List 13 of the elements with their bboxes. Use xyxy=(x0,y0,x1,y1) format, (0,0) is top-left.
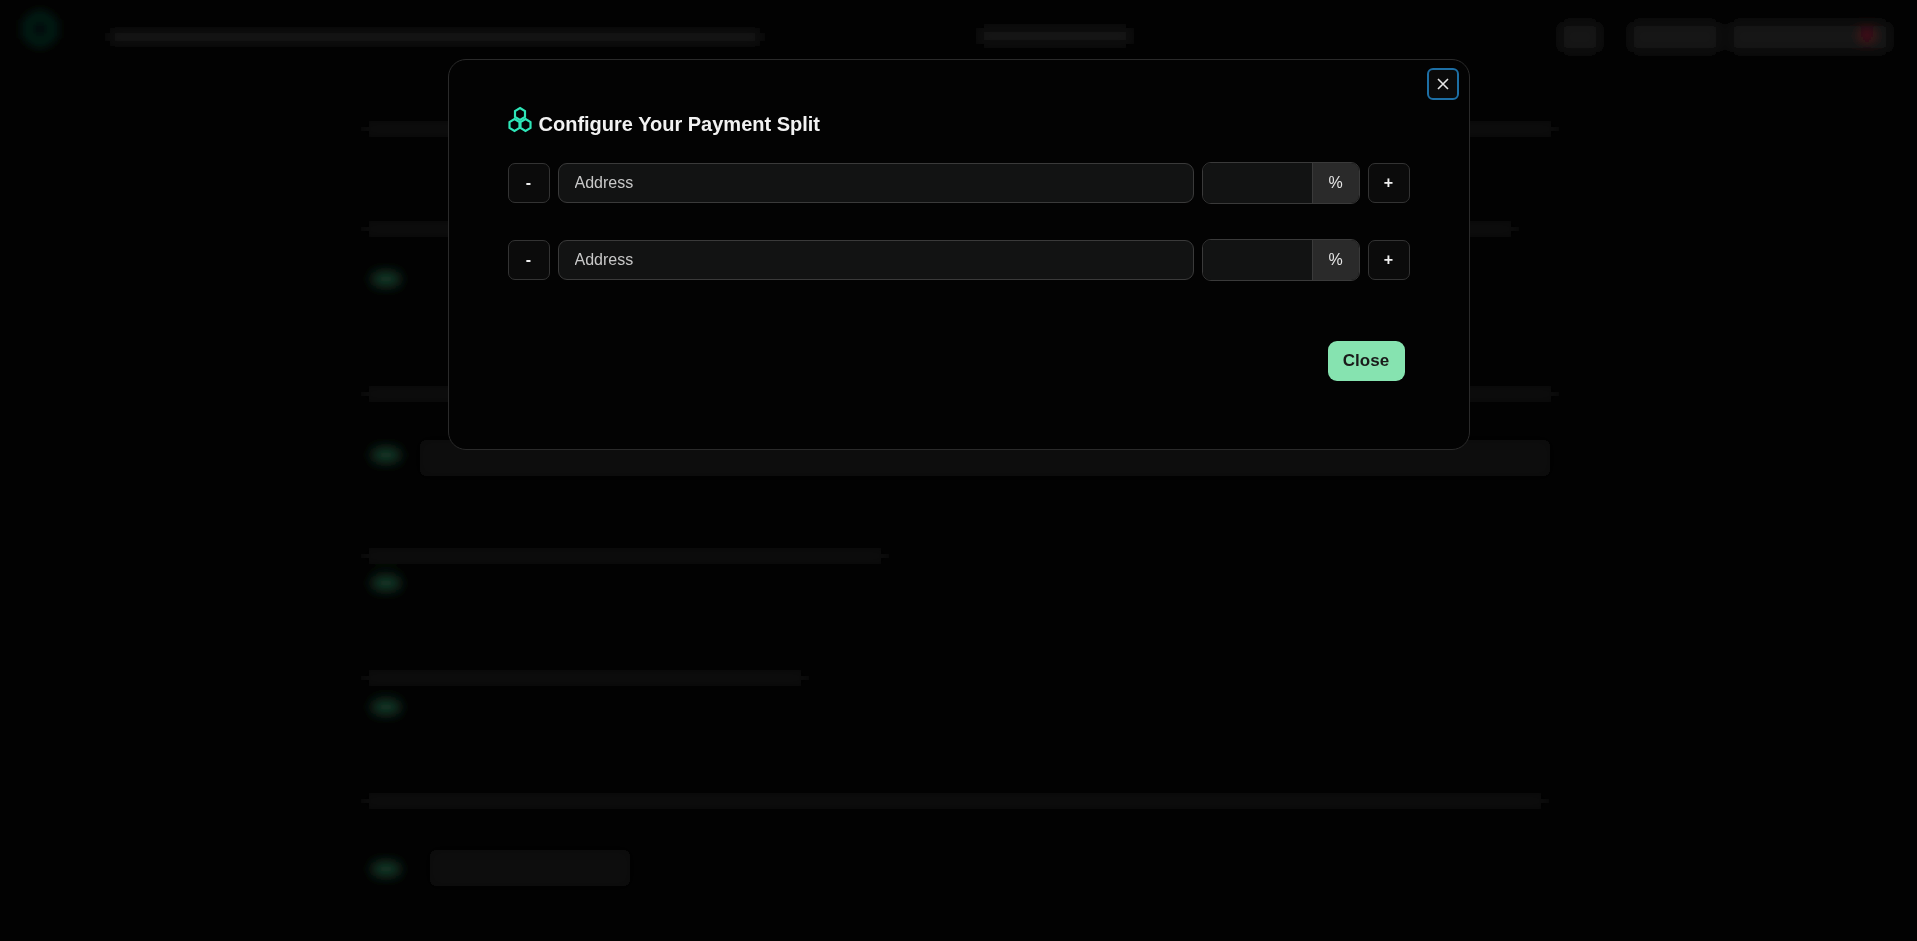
add-button[interactable]: + xyxy=(1367,163,1410,203)
percent-field[interactable] xyxy=(1202,240,1313,280)
percent-suffix: % xyxy=(1312,240,1359,280)
remove-button[interactable]: - xyxy=(507,240,550,280)
percent-suffix: % xyxy=(1312,163,1359,203)
remove-button[interactable]: - xyxy=(507,163,550,203)
address-field[interactable]: Address xyxy=(557,163,1194,203)
address-field[interactable]: Address xyxy=(557,240,1194,280)
add-button[interactable]: + xyxy=(1367,240,1410,280)
close-icon[interactable] xyxy=(1426,68,1459,100)
dialog-title: Configure Your Payment Split xyxy=(538,113,820,136)
close-button[interactable]: Close xyxy=(1327,341,1405,381)
percent-field[interactable] xyxy=(1202,163,1313,203)
